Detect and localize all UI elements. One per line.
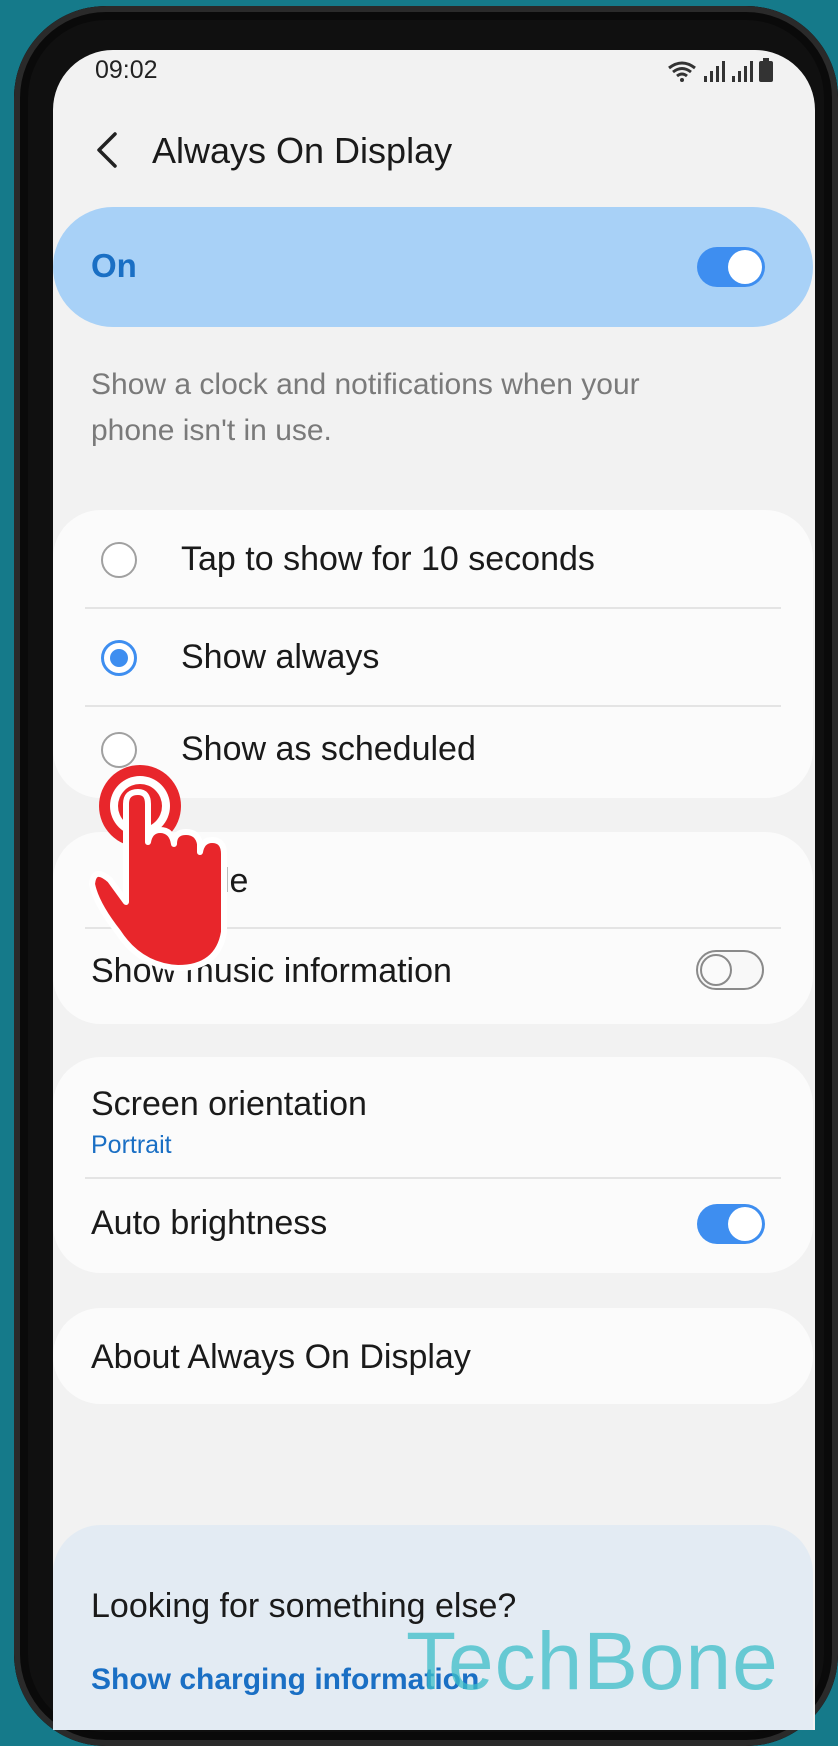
- battery-icon: [759, 58, 773, 82]
- auto-brightness-row[interactable]: Auto brightness: [53, 1178, 813, 1273]
- page-title: Always On Display: [152, 130, 453, 171]
- radio-tap-to-show[interactable]: [101, 542, 137, 578]
- auto-brightness-toggle[interactable]: [697, 1204, 765, 1244]
- master-toggle[interactable]: [697, 247, 765, 287]
- master-switch-bar[interactable]: On: [53, 207, 813, 327]
- description-text: Show a clock and notifications when your…: [91, 368, 640, 447]
- signal-icon-2: [732, 61, 753, 82]
- back-arrow-icon[interactable]: [89, 126, 129, 174]
- signal-icon: [704, 61, 725, 82]
- radio-show-always[interactable]: [101, 640, 137, 676]
- display-mode-card: Tap to show for 10 seconds Show always S…: [53, 510, 813, 798]
- status-bar: 09:02: [53, 50, 815, 90]
- screen-orientation-label: Screen orientation: [91, 1085, 367, 1123]
- radio-label-always: Show always: [181, 638, 380, 676]
- display-settings-card: Screen orientation Portrait Auto brightn…: [53, 1057, 813, 1273]
- auto-brightness-label: Auto brightness: [91, 1204, 328, 1242]
- music-info-toggle[interactable]: [696, 950, 764, 990]
- screen-orientation-row[interactable]: Screen orientation Portrait: [53, 1057, 813, 1175]
- master-switch-label: On: [91, 247, 137, 284]
- status-icons: [667, 58, 773, 82]
- tap-hand-icon: [89, 765, 227, 971]
- header: Always On Display: [53, 110, 815, 210]
- about-card[interactable]: About Always On Display: [53, 1308, 813, 1404]
- radio-row-always[interactable]: Show always: [53, 608, 813, 708]
- status-time: 09:02: [95, 56, 158, 84]
- radio-label-tap: Tap to show for 10 seconds: [181, 540, 595, 578]
- radio-row-tap[interactable]: Tap to show for 10 seconds: [53, 510, 813, 610]
- screen-orientation-value: Portrait: [91, 1131, 172, 1159]
- wifi-icon: [668, 61, 696, 82]
- watermark: TechBone: [406, 1616, 779, 1707]
- about-label: About Always On Display: [91, 1338, 471, 1376]
